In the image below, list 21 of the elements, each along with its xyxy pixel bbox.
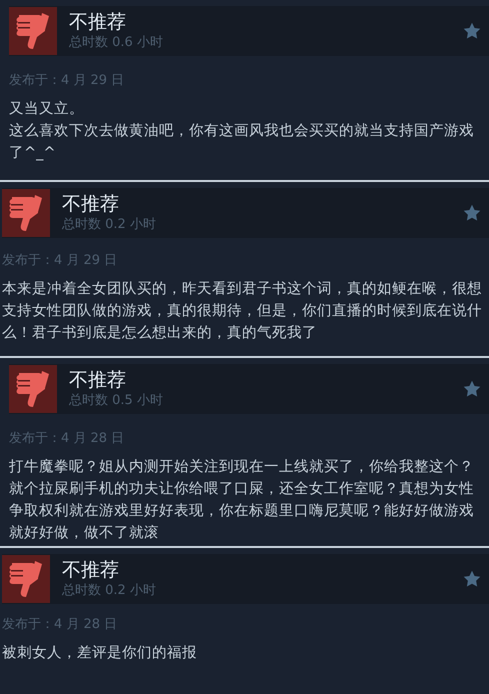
star-icon[interactable] — [463, 22, 481, 40]
posted-date: 发布于：4 月 28 日 — [9, 430, 126, 448]
posted-date: 发布于：4 月 28 日 — [2, 616, 118, 634]
review-text: 本来是冲着全女团队买的，昨天看到君子书这个词，真的如鲠在喉，很想支持女性团队做的游戏，真的很期待，但是，你们直播的时候到底在说什么！君子书到底是怎么想出来的，真的气死我了 — [2, 280, 483, 343]
playtime-text: 总时数 0.2 小时 — [62, 582, 157, 600]
review-text: 又当又立。 — [9, 100, 85, 119]
review-text: 被刺女人，差评是你们的福报 — [2, 644, 198, 663]
playtime-text: 总时数 0.5 小时 — [69, 392, 164, 410]
review-verdict: 不推荐 — [62, 192, 120, 216]
review-verdict: 不推荐 — [69, 10, 127, 34]
playtime-text: 总时数 0.2 小时 — [62, 216, 157, 234]
review-text: 这么喜欢下次去做黄油吧，你有这画风我也会买买的就当支持国产游戏了^_^ — [9, 122, 475, 163]
posted-date: 发布于：4 月 29 日 — [9, 72, 126, 90]
posted-date: 发布于：4 月 29 日 — [2, 252, 118, 270]
star-icon[interactable] — [463, 570, 481, 588]
review-verdict: 不推荐 — [62, 558, 120, 582]
star-icon[interactable] — [463, 204, 481, 222]
star-icon[interactable] — [463, 380, 481, 398]
review-text: 打牛魔拳呢？姐从内测开始关注到现在一上线就买了，你给我整这个？就个拉屎刷手机的功夫让你给喂了口屎，还全女工作室呢？真想为女性争取权利就在游戏里好好表现，你在标题里口嗨尼莫呢？能好好做游戏就好好做，做不了就滚 — [9, 458, 475, 543]
review-verdict: 不推荐 — [69, 368, 127, 392]
playtime-text: 总时数 0.6 小时 — [69, 34, 164, 52]
